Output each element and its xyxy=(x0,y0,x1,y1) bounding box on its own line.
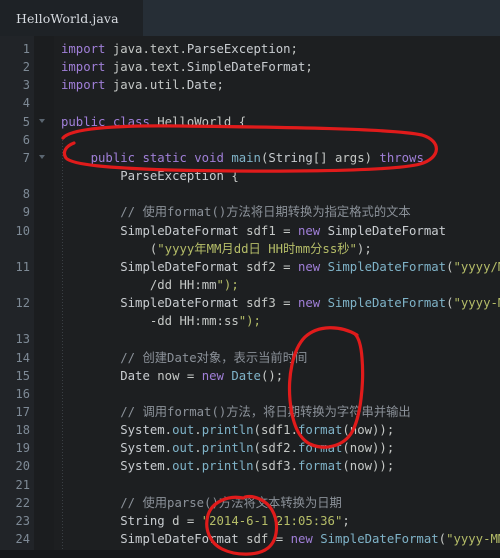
code-text: import java.util.Date; xyxy=(61,78,224,93)
code-text: // 创建Date对象，表示当前时间 xyxy=(120,350,308,365)
line-number: 18 xyxy=(15,423,30,438)
line-number: 21 xyxy=(15,477,30,492)
line-number: 13 xyxy=(15,332,30,347)
line-number: 24 xyxy=(15,532,30,547)
code-line[interactable]: 21 xyxy=(0,476,500,494)
line-number: 4 xyxy=(22,96,30,111)
code-line[interactable]: ParseException { xyxy=(0,167,500,185)
code-text: import java.text.ParseException; xyxy=(61,42,298,56)
line-number: 20 xyxy=(15,459,30,474)
code-text: System.out.println(sdf1.format(now)); xyxy=(120,423,395,438)
code-line[interactable]: ("yyyy年MM月dd日 HH时mm分ss秒"); xyxy=(0,240,500,258)
line-number: 6 xyxy=(22,132,30,147)
code-text: /dd HH:mm"); xyxy=(149,277,239,292)
line-number: 7 xyxy=(22,150,30,165)
code-text: // 调用format()方法，将日期转换为字符串并输出 xyxy=(120,405,411,419)
line-number: 1 xyxy=(22,42,30,56)
code-editor-window: HelloWorld.java 1 import java.text.ParseE… xyxy=(0,0,500,558)
code-line[interactable]: 22 // 使用parse()方法将文本转换为日期 xyxy=(0,494,500,512)
tab-helloworld-java[interactable]: HelloWorld.java xyxy=(0,0,143,36)
code-line[interactable]: 13 xyxy=(0,330,500,348)
code-line[interactable]: 20 System.out.println(sdf3.format(now)); xyxy=(0,457,500,475)
code-line[interactable]: 3 import java.util.Date; xyxy=(0,76,500,94)
line-number: 3 xyxy=(22,78,30,93)
code-text: import java.text.SimpleDateFormat; xyxy=(61,60,313,75)
code-text: -dd HH:mm:ss"); xyxy=(149,314,261,329)
line-number: 5 xyxy=(22,114,30,129)
code-text: System.out.println(sdf3.format(now)); xyxy=(120,459,395,474)
line-number: 9 xyxy=(22,205,30,220)
code-line[interactable]: 17 // 调用format()方法，将日期转换为字符串并输出 xyxy=(0,403,500,421)
code-line[interactable]: 1 import java.text.ParseException; xyxy=(0,40,500,58)
code-line[interactable]: 4 xyxy=(0,94,500,112)
tab-label: HelloWorld.java xyxy=(16,10,119,26)
line-number: 22 xyxy=(15,495,30,510)
status-bar xyxy=(0,550,500,558)
code-line[interactable]: 7 public static void main(String[] args)… xyxy=(0,149,500,167)
code-line[interactable]: 15 Date now = new Date(); xyxy=(0,367,500,385)
code-text: Date now = new Date(); xyxy=(120,368,284,383)
code-line[interactable]: 11 SimpleDateFormat sdf2 = new SimpleDat… xyxy=(0,258,500,276)
line-number: 17 xyxy=(15,405,30,419)
code-line[interactable]: 5 public class HelloWorld { xyxy=(0,113,500,131)
code-text: ("yyyy年MM月dd日 HH时mm分ss秒"); xyxy=(149,241,372,256)
code-line[interactable]: 14 // 创建Date对象，表示当前时间 xyxy=(0,349,500,367)
editor-pane[interactable]: 1 import java.text.ParseException; 2 import… xyxy=(0,36,500,558)
code-line[interactable]: 12 SimpleDateFormat sdf3 = new SimpleDat… xyxy=(0,294,500,312)
tab-bar: HelloWorld.java xyxy=(0,0,500,36)
code-text: ParseException { xyxy=(120,169,239,184)
line-number: 14 xyxy=(15,350,30,365)
line-number: 11 xyxy=(15,259,30,274)
code-line[interactable]: 24 SimpleDateFormat sdf = new SimpleDate… xyxy=(0,530,500,548)
line-number: 16 xyxy=(15,386,30,401)
code-line[interactable]: 8 xyxy=(0,185,500,203)
code-text: public class HelloWorld { xyxy=(61,114,247,129)
code-text: SimpleDateFormat sdf1 = new SimpleDateFo… xyxy=(120,223,447,238)
code-line[interactable]: 10 SimpleDateFormat sdf1 = new SimpleDat… xyxy=(0,222,500,240)
code-line[interactable]: 9 // 使用format()方法将日期转换为指定格式的文本 xyxy=(0,203,500,221)
code-line[interactable]: 2 import java.text.SimpleDateFormat; xyxy=(0,58,500,76)
code-text: public static void main(String[] args) t… xyxy=(90,150,424,165)
line-number: 10 xyxy=(15,223,30,238)
code-line[interactable]: 16 xyxy=(0,385,500,403)
line-number: 23 xyxy=(15,513,30,528)
code-text: SimpleDateFormat sdf3 = new SimpleDateFo… xyxy=(120,296,500,311)
code-text: // 使用format()方法将日期转换为指定格式的文本 xyxy=(120,205,411,220)
code-line[interactable]: 18 System.out.println(sdf1.format(now)); xyxy=(0,421,500,439)
code-line[interactable]: 23 String d = "2014-6-1 21:05:36"; xyxy=(0,512,500,530)
line-number: 15 xyxy=(15,368,30,383)
code-text: System.out.println(sdf2.format(now)); xyxy=(120,441,395,456)
fold-arrow-icon[interactable] xyxy=(39,154,45,159)
code-line[interactable]: -dd HH:mm:ss"); xyxy=(0,312,500,330)
code-line[interactable]: 6 xyxy=(0,131,500,149)
line-number: 12 xyxy=(15,296,30,311)
fold-arrow-icon[interactable] xyxy=(39,118,45,123)
line-number: 19 xyxy=(15,441,30,456)
code-text: // 使用parse()方法将文本转换为日期 xyxy=(120,495,342,510)
code-line[interactable]: 19 System.out.println(sdf2.format(now)); xyxy=(0,439,500,457)
code-text: String d = "2014-6-1 21:05:36"; xyxy=(120,513,350,528)
line-number: 8 xyxy=(22,187,30,202)
code-line[interactable]: /dd HH:mm"); xyxy=(0,276,500,294)
line-number: 2 xyxy=(22,60,30,75)
code-text: SimpleDateFormat sdf = new SimpleDateFor… xyxy=(120,532,500,547)
code-text: SimpleDateFormat sdf2 = new SimpleDateFo… xyxy=(120,259,500,274)
